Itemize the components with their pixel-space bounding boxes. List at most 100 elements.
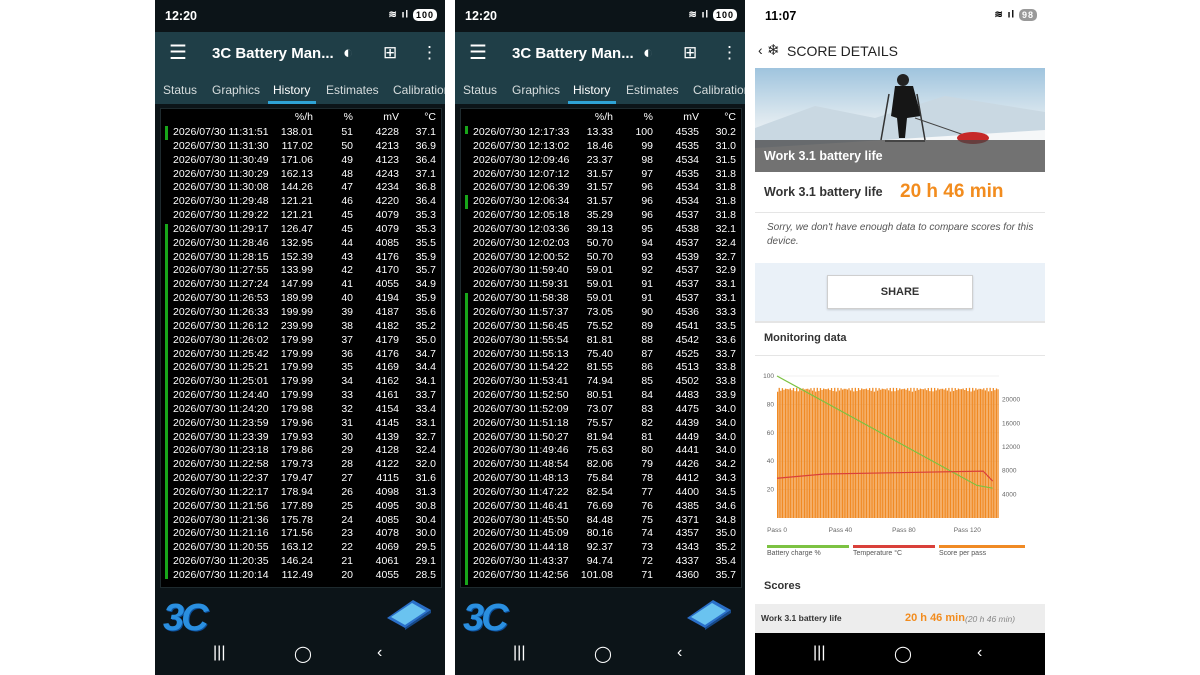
score-bar: [959, 389, 961, 518]
active-tab-indicator: [268, 101, 316, 104]
home-icon[interactable]: ◯: [594, 644, 612, 664]
cell-rate: 147.99: [280, 278, 313, 291]
cell-rate: 13.33: [586, 126, 613, 138]
recents-icon[interactable]: |||: [513, 644, 525, 662]
table-row: 2026/07/30 11:59:31 59.01 91 4537 33.1: [461, 278, 741, 292]
hamburger-menu-icon[interactable]: ☰: [169, 43, 187, 63]
table-row: 2026/07/30 11:28:15 152.39 43 4176 35.9: [161, 251, 441, 265]
cell-temp: 31.3: [415, 485, 436, 498]
cell-rate: 239.99: [280, 319, 313, 332]
score-bar: [932, 391, 934, 518]
apps-grid-icon[interactable]: ⊞: [683, 43, 697, 63]
back-icon[interactable]: ‹: [977, 644, 982, 662]
cell-timestamp: 2026/07/30 12:00:52: [473, 250, 570, 263]
history-table[interactable]: %/h % mV °C 2026/07/30 11:31:51 138.01 51 4…: [160, 108, 442, 588]
score-bar: [981, 389, 983, 518]
cell-temp: 35.7: [715, 569, 736, 581]
y-left-tick-label: 20: [767, 487, 775, 494]
app-title: 3C Battery Man...: [212, 45, 334, 62]
cell-timestamp: 2026/07/30 11:44:18: [473, 541, 569, 554]
cell-mv: 4537: [675, 236, 699, 249]
cell-temp: 34.5: [715, 485, 736, 498]
table-row: 2026/07/30 11:20:35 146.24 21 4061 29.1: [161, 555, 441, 569]
cell-temp: 34.0: [715, 430, 736, 443]
cell-rate: 74.94: [586, 375, 613, 388]
x-tick-label: Pass 0: [767, 527, 787, 534]
recents-icon[interactable]: |||: [213, 644, 225, 662]
back-icon[interactable]: ‹: [677, 644, 682, 662]
overflow-menu-icon[interactable]: ⋮: [421, 43, 438, 63]
score-bar: [910, 387, 912, 518]
cell-temp: 29.1: [415, 555, 436, 568]
score-bar: [859, 390, 861, 518]
tab-status[interactable]: Status: [163, 83, 197, 97]
table-row: 2026/07/30 11:31:51 138.01 51 4228 37.1: [161, 126, 441, 140]
tab-calibration[interactable]: Calibration: [393, 83, 445, 97]
tab-estimates[interactable]: Estimates: [626, 83, 679, 97]
tab-status[interactable]: Status: [463, 83, 497, 97]
cell-percent: 24: [341, 513, 353, 526]
score-bar: [895, 387, 898, 518]
score-bar: [926, 390, 928, 518]
score-bar: [857, 388, 860, 518]
cell-temp: 35.3: [415, 222, 436, 235]
cell-rate: 23.37: [586, 153, 613, 166]
home-icon[interactable]: ◯: [294, 644, 312, 664]
compare-notice-text: Sorry, we don't have enough data to comp…: [767, 222, 1034, 247]
cell-percent: 42: [341, 264, 353, 277]
table-row: 2026/07/30 11:27:55 133.99 42 4170 35.7: [161, 264, 441, 278]
cell-timestamp: 2026/07/30 11:27:24: [173, 278, 269, 291]
tab-graphics[interactable]: Graphics: [512, 83, 560, 97]
back-chevron-icon[interactable]: ‹: [758, 42, 763, 58]
cell-timestamp: 2026/07/30 11:59:40: [473, 264, 569, 277]
tab-estimates[interactable]: Estimates: [326, 83, 379, 97]
cell-percent: 28: [341, 458, 353, 471]
cell-percent: 39: [341, 305, 353, 318]
cell-percent: 85: [641, 375, 653, 388]
cell-timestamp: 2026/07/30 11:49:46: [473, 444, 569, 457]
score-bar: [786, 389, 788, 518]
y-left-tick-label: 40: [767, 458, 775, 465]
cell-mv: 4537: [675, 278, 699, 291]
table-row: 2026/07/30 11:21:16 171.56 23 4078 30.0: [161, 527, 441, 541]
score-bar: [951, 387, 953, 518]
overflow-menu-icon[interactable]: ⋮: [721, 43, 738, 63]
score-bar: [794, 391, 796, 518]
theme-toggle-icon[interactable]: ◐: [343, 43, 353, 63]
cell-timestamp: 2026/07/30 11:48:54: [473, 458, 569, 471]
back-icon[interactable]: ‹: [377, 644, 382, 662]
apps-grid-icon[interactable]: ⊞: [383, 43, 397, 63]
score-bar: [883, 388, 885, 518]
score-bar: [862, 389, 864, 518]
cell-percent: 97: [641, 167, 653, 180]
cell-timestamp: 2026/07/30 12:13:02: [473, 139, 570, 152]
cell-temp: 34.3: [715, 472, 736, 485]
cell-percent: 45: [341, 222, 353, 235]
share-button[interactable]: SHARE: [827, 275, 973, 309]
tab-calibration[interactable]: Calibration: [693, 83, 745, 97]
phone-score-details-screen: 11:07 ≋ ıl 98 ‹ ❄ SCORE DETAILS Work 3.1…: [755, 0, 1045, 675]
hamburger-menu-icon[interactable]: ☰: [469, 43, 487, 63]
cell-timestamp: 2026/07/30 11:50:27: [473, 430, 569, 443]
col-temp: °C: [724, 111, 736, 123]
monitoring-chart: 100 80 60 40 20 20000 16000 12000 8000 4000 Pass 0…: [763, 373, 1020, 534]
cell-rate: 179.93: [280, 430, 313, 443]
cell-timestamp: 2026/07/30 11:23:18: [173, 444, 269, 457]
tab-history[interactable]: History: [273, 83, 310, 97]
tab-history[interactable]: History: [573, 83, 610, 97]
score-bar: [799, 387, 801, 518]
cell-temp: 33.8: [715, 361, 736, 374]
theme-toggle-icon[interactable]: ◐: [643, 43, 653, 63]
cell-temp: 33.1: [415, 416, 436, 429]
signal-icons: ≋ ıl 98: [994, 9, 1037, 21]
score-bar: [784, 388, 787, 518]
score-bar: [822, 388, 825, 518]
home-icon[interactable]: ◯: [894, 644, 912, 664]
phone-history-screen-1: 12:20 ≋ ıl 100 ☰ 3C Battery Man... ◐ ⊞ ⋮…: [155, 0, 445, 675]
history-table[interactable]: %/h % mV °C 2026/07/30 12:17:33 13.33 100 4…: [460, 108, 742, 588]
cell-temp: 35.9: [415, 250, 436, 263]
tab-graphics[interactable]: Graphics: [212, 83, 260, 97]
recents-icon[interactable]: |||: [813, 644, 825, 662]
table-row: 2026/07/30 11:20:14 112.49 20 4055 28.5: [161, 569, 441, 583]
score-bar: [888, 390, 890, 518]
